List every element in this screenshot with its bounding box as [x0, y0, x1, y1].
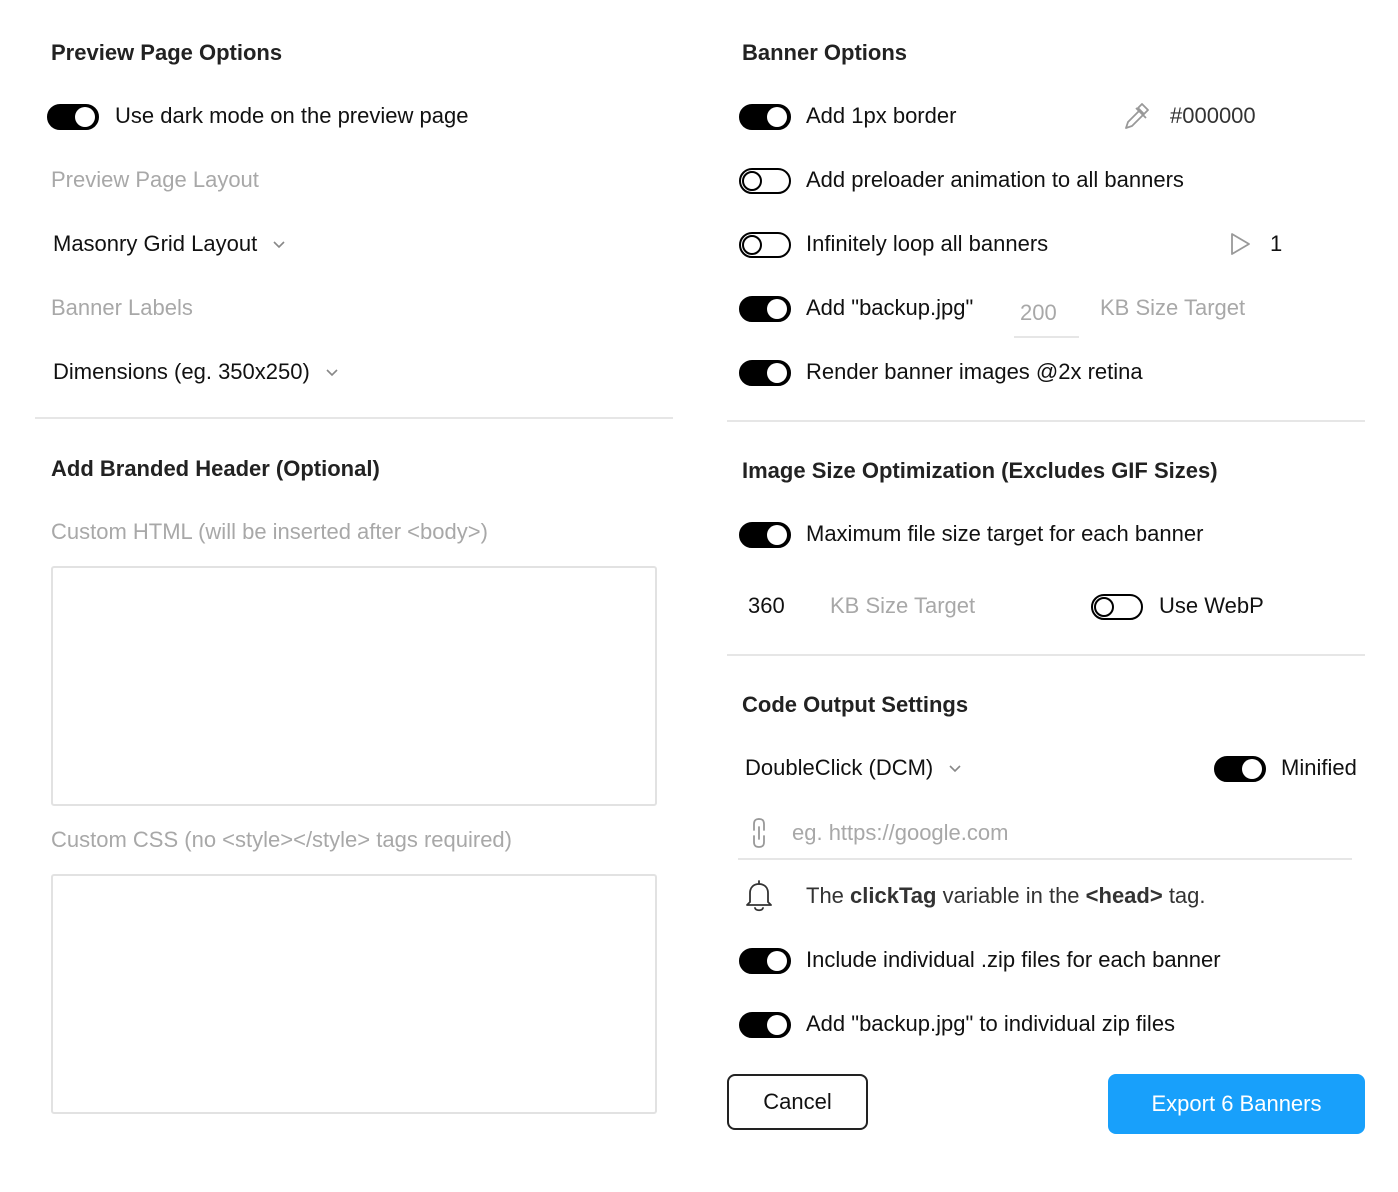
- dark-mode-toggle[interactable]: [47, 104, 99, 130]
- banner-labels-value: Dimensions (eg. 350x250): [53, 359, 310, 384]
- click-url-input[interactable]: [738, 808, 1352, 860]
- border-color-value[interactable]: #000000: [1170, 103, 1256, 129]
- left-divider: [35, 417, 673, 419]
- custom-css-textarea[interactable]: [51, 874, 657, 1114]
- platform-value: DoubleClick (DCM): [745, 755, 934, 780]
- size-target-value[interactable]: 360: [748, 593, 785, 619]
- backup-size-unit: KB Size Target: [1100, 295, 1246, 320]
- retina-label: Render banner images @2x retina: [806, 359, 1143, 384]
- eyedropper-icon[interactable]: [1120, 100, 1152, 132]
- webp-toggle[interactable]: [1091, 594, 1143, 620]
- branded-header-title: Add Branded Header (Optional): [51, 456, 380, 481]
- bell-icon: [746, 880, 772, 912]
- chevron-down-icon: [949, 765, 961, 773]
- zip-toggle[interactable]: [739, 948, 791, 974]
- border-label: Add 1px border: [806, 103, 957, 128]
- clicktag-info: The clickTag variable in the <head> tag.: [806, 883, 1206, 908]
- preview-layout-value: Masonry Grid Layout: [53, 231, 258, 256]
- webp-label: Use WebP: [1159, 593, 1264, 618]
- backup-zip-toggle[interactable]: [739, 1012, 791, 1038]
- custom-html-textarea[interactable]: [51, 566, 657, 806]
- zip-label: Include individual .zip files for each b…: [806, 947, 1221, 972]
- dark-mode-label: Use dark mode on the preview page: [115, 103, 469, 128]
- clicktag-keyword: clickTag: [850, 883, 937, 908]
- border-toggle[interactable]: [739, 104, 791, 130]
- right-divider-1: [727, 420, 1365, 422]
- chevron-down-icon: [326, 369, 338, 377]
- backup-toggle[interactable]: [739, 296, 791, 322]
- loop-count[interactable]: 1: [1270, 231, 1282, 257]
- right-divider-2: [727, 654, 1365, 656]
- preloader-label: Add preloader animation to all banners: [806, 167, 1184, 192]
- banner-options-title: Banner Options: [742, 40, 908, 65]
- preview-page-options-title: Preview Page Options: [51, 40, 283, 65]
- max-size-label: Maximum file size target for each banner: [806, 521, 1204, 546]
- backup-zip-label: Add "backup.jpg" to individual zip files: [806, 1011, 1176, 1036]
- preview-layout-label: Preview Page Layout: [51, 167, 259, 192]
- loop-label: Infinitely loop all banners: [806, 231, 1049, 256]
- code-output-title: Code Output Settings: [742, 692, 969, 717]
- loop-toggle[interactable]: [739, 232, 791, 258]
- backup-label: Add "backup.jpg": [806, 295, 974, 320]
- play-icon: [1231, 233, 1250, 255]
- max-size-toggle[interactable]: [739, 522, 791, 548]
- minified-toggle[interactable]: [1214, 756, 1266, 782]
- retina-toggle[interactable]: [739, 360, 791, 386]
- backup-size-input[interactable]: [1014, 290, 1079, 338]
- cancel-button[interactable]: Cancel: [727, 1074, 868, 1130]
- banner-labels-dropdown[interactable]: Dimensions (eg. 350x250): [53, 359, 340, 385]
- head-keyword: <head>: [1085, 883, 1163, 908]
- banner-labels-label: Banner Labels: [51, 295, 193, 320]
- preloader-toggle[interactable]: [739, 168, 791, 194]
- image-optimization-title: Image Size Optimization (Excludes GIF Si…: [742, 458, 1218, 483]
- chevron-down-icon: [273, 241, 285, 249]
- custom-css-label: Custom CSS (no <style></style> tags requ…: [51, 827, 512, 852]
- preview-layout-dropdown[interactable]: Masonry Grid Layout: [53, 231, 287, 257]
- minified-label: Minified: [1281, 755, 1357, 780]
- size-target-unit: KB Size Target: [830, 593, 976, 618]
- custom-html-label: Custom HTML (will be inserted after <bod…: [51, 519, 488, 544]
- export-button[interactable]: Export 6 Banners: [1108, 1074, 1365, 1134]
- platform-dropdown[interactable]: DoubleClick (DCM): [745, 755, 963, 781]
